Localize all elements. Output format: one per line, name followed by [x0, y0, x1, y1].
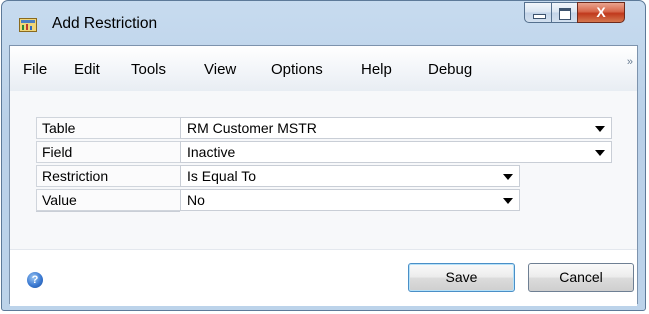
maximize-icon [559, 8, 571, 20]
field-select-value: Inactive [187, 144, 236, 160]
dialog-window: Add Restriction X File Edit Tools View O… [1, 0, 646, 311]
table-select-value: RM Customer MSTR [187, 120, 317, 136]
maximize-button[interactable] [551, 2, 578, 23]
restriction-row: Restriction Is Equal To [36, 165, 520, 187]
minimize-icon [533, 14, 546, 19]
restriction-form: Table RM Customer MSTR Field Inactive Re… [10, 91, 637, 249]
value-select-value: No [187, 192, 205, 208]
close-icon: X [596, 4, 606, 20]
menu-edit[interactable]: Edit [74, 61, 100, 78]
save-button[interactable]: Save [408, 263, 515, 292]
overflow-chevron-icon[interactable]: » [627, 56, 633, 68]
field-row: Field Inactive [36, 141, 612, 163]
menu-file[interactable]: File [23, 61, 47, 78]
menu-tools[interactable]: Tools [131, 61, 166, 78]
cancel-button[interactable]: Cancel [528, 263, 634, 292]
dropdown-arrow-icon[interactable] [595, 126, 605, 132]
value-select[interactable]: No [180, 189, 520, 211]
minimize-button[interactable] [524, 2, 552, 23]
menu-bar: File Edit Tools View Options Help Debug … [10, 46, 637, 92]
value-label: Value [36, 189, 180, 211]
window-title: Add Restriction [52, 15, 158, 32]
title-bar[interactable]: Add Restriction X [2, 1, 645, 45]
close-button[interactable]: X [577, 2, 625, 23]
dropdown-arrow-icon[interactable] [503, 174, 513, 180]
table-row: Table RM Customer MSTR [36, 117, 612, 139]
field-select[interactable]: Inactive [180, 141, 612, 163]
help-icon[interactable]: ? [27, 272, 43, 288]
value-row: Value No [36, 189, 520, 211]
menu-debug[interactable]: Debug [428, 61, 472, 78]
restriction-select[interactable]: Is Equal To [180, 165, 520, 187]
dropdown-arrow-icon[interactable] [595, 150, 605, 156]
menu-view[interactable]: View [204, 61, 236, 78]
row-divider [36, 211, 180, 212]
table-select[interactable]: RM Customer MSTR [180, 117, 612, 139]
menu-options[interactable]: Options [271, 61, 323, 78]
table-label: Table [36, 117, 180, 139]
restriction-label: Restriction [36, 165, 180, 187]
client-area: File Edit Tools View Options Help Debug … [9, 45, 638, 306]
dialog-footer: ? Save Cancel [10, 249, 637, 306]
restriction-select-value: Is Equal To [187, 168, 257, 184]
menu-help[interactable]: Help [361, 61, 392, 78]
app-icon [19, 18, 37, 32]
dropdown-arrow-icon[interactable] [503, 198, 513, 204]
field-label: Field [36, 141, 180, 163]
